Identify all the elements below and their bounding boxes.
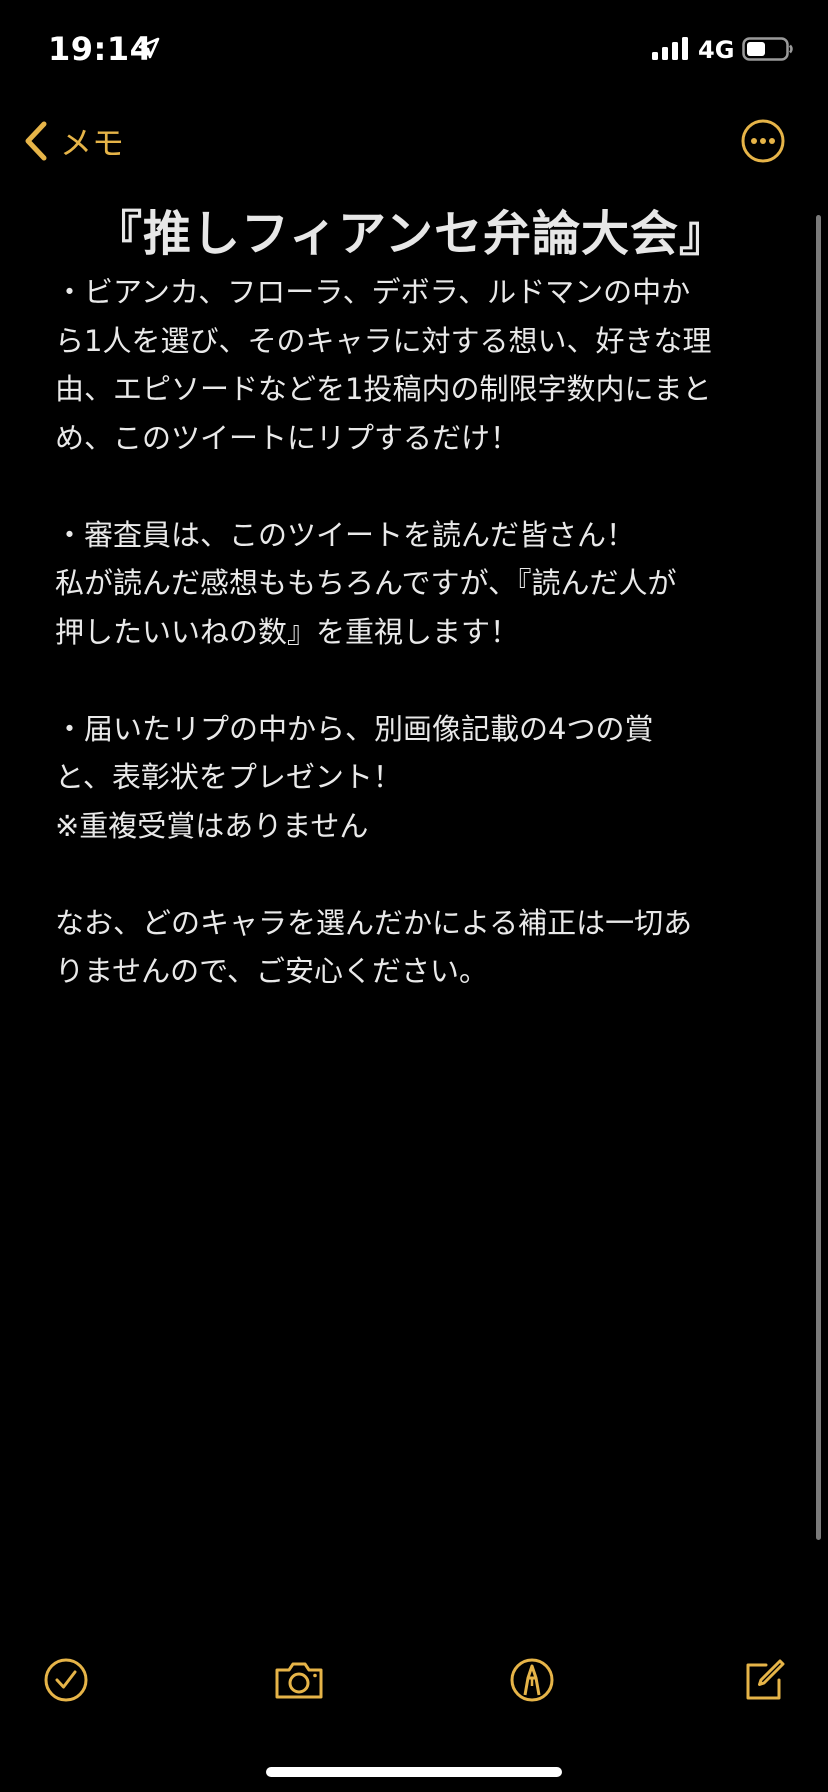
note-line: なお、どのキャラを選んだかによる補正は一切あ	[55, 905, 693, 940]
ellipsis-circle-icon[interactable]	[740, 118, 786, 164]
network-type: 4G	[698, 36, 735, 64]
note-line: ・審査員は、このツイートを読んだ皆さん！	[55, 517, 636, 552]
note-line: 由、エピソードなどを1投稿内の制限字数内にまと	[55, 372, 712, 406]
note-title: 『推しフィアンセ弁論大会』	[93, 206, 729, 262]
back-label: メモ	[60, 124, 125, 162]
note-line: りませんので、ご安心ください。	[55, 954, 488, 988]
note-line: と、表彰状をプレゼント！	[55, 760, 402, 794]
note-line: め、このツイートにリプするだけ！	[55, 420, 520, 455]
note-line: 私が読んだ感想ももちろんですが、『読んだ人が	[55, 566, 677, 600]
markup-pen-icon[interactable]	[508, 1656, 556, 1704]
chevron-left-icon	[25, 121, 47, 161]
signal-bars-icon	[652, 37, 688, 60]
note-body: ・ビアンカ、フローラ、デボラ、ルドマンの中か ら1人を選び、そのキャラに対する想い…	[55, 268, 777, 996]
camera-icon[interactable]	[272, 1656, 326, 1704]
scroll-indicator[interactable]	[816, 215, 821, 1540]
note-line: 押したいいねの数』を重視します！	[55, 614, 520, 649]
home-indicator[interactable]	[266, 1767, 562, 1777]
battery-icon	[742, 37, 793, 61]
note-line: ・ビアンカ、フローラ、デボラ、ルドマンの中か	[55, 275, 691, 309]
note-line: ※重複受賞はありません	[55, 808, 369, 843]
back-button[interactable]: メモ	[22, 118, 124, 164]
compose-icon[interactable]	[740, 1656, 788, 1704]
status-bar: 19:14 4G	[0, 0, 828, 100]
location-arrow-icon	[138, 37, 160, 59]
note-line: ら1人を選び、そのキャラに対する想い、好きな理	[55, 323, 712, 358]
checklist-icon[interactable]	[42, 1656, 90, 1704]
note-content[interactable]: 『推しフィアンセ弁論大会』 ・ビアンカ、フローラ、デボラ、ルドマンの中か ら1人を…	[55, 200, 777, 996]
note-line: ・届いたリプの中から、別画像記載の4つの賞	[55, 711, 654, 746]
